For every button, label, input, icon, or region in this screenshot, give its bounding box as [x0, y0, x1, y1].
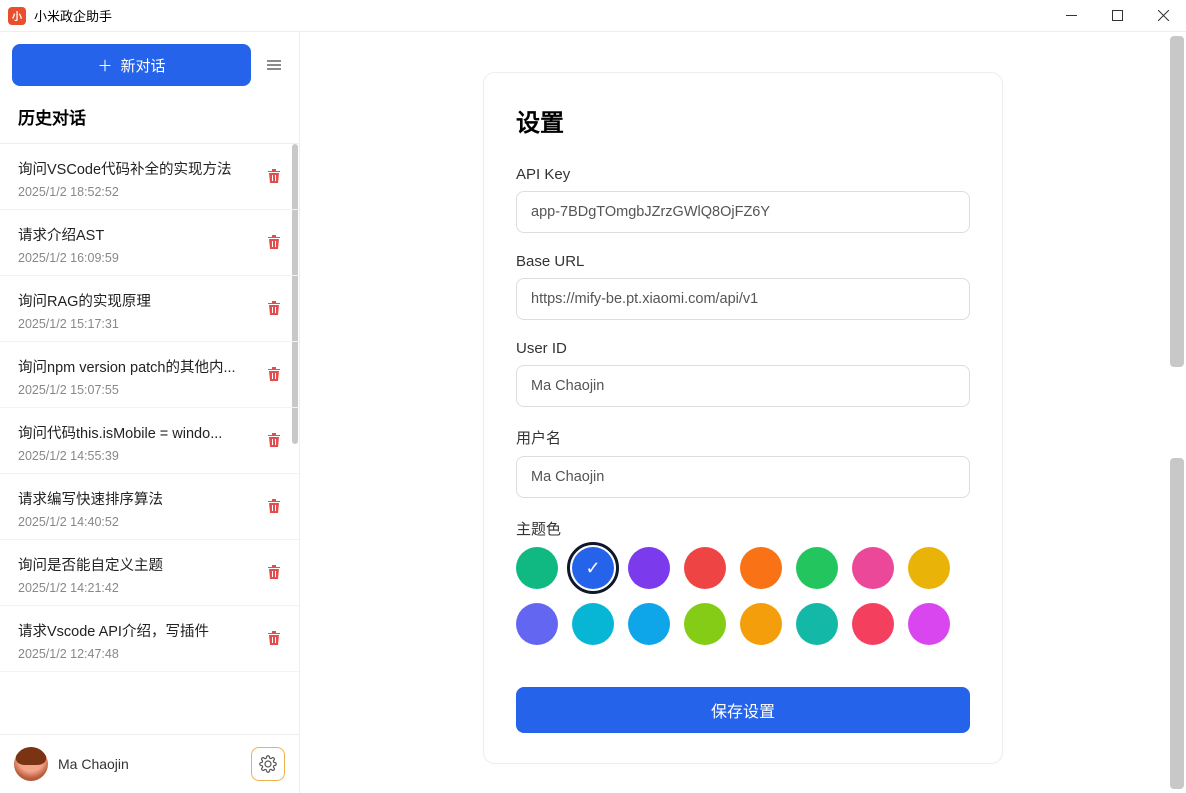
- history-item[interactable]: 询问npm version patch的其他内... 2025/1/2 15:07…: [0, 342, 299, 408]
- trash-icon: [267, 498, 281, 514]
- history-item-title: 询问是否能自定义主题: [18, 554, 281, 575]
- theme-color-swatch[interactable]: [572, 603, 614, 645]
- sidebar: ＋ 新对话 历史对话 询问VSCode代码补全的实现方法 2025/1/2 18:…: [0, 32, 300, 793]
- titlebar: 小 小米政企助手: [0, 0, 1186, 32]
- trash-icon: [267, 168, 281, 184]
- history-item-title: 询问VSCode代码补全的实现方法: [18, 158, 281, 179]
- maximize-button[interactable]: [1094, 0, 1140, 32]
- main-area: 设置 API Key Base URL User ID 用户名 主题色 ✓: [300, 32, 1186, 793]
- history-item-title: 请求编写快速排序算法: [18, 488, 281, 509]
- trash-icon: [267, 630, 281, 646]
- theme-color-swatch[interactable]: [628, 547, 670, 589]
- history-item-time: 2025/1/2 18:52:52: [18, 185, 281, 199]
- history-item[interactable]: 请求介绍AST 2025/1/2 16:09:59: [0, 210, 299, 276]
- username-input[interactable]: [516, 456, 970, 498]
- new-chat-label: 新对话: [121, 55, 166, 76]
- theme-color-swatch[interactable]: ✓: [572, 547, 614, 589]
- delete-history-button[interactable]: [267, 234, 281, 254]
- delete-history-button[interactable]: [267, 300, 281, 320]
- history-item-time: 2025/1/2 14:55:39: [18, 449, 281, 463]
- delete-history-button[interactable]: [267, 432, 281, 452]
- scrollbar-thumb[interactable]: [1170, 36, 1184, 367]
- window-controls: [1048, 0, 1186, 32]
- history-item-title: 请求介绍AST: [18, 224, 281, 245]
- theme-color-swatch[interactable]: [516, 547, 558, 589]
- theme-color-swatch[interactable]: [796, 547, 838, 589]
- delete-history-button[interactable]: [267, 564, 281, 584]
- user-id-input[interactable]: [516, 365, 970, 407]
- maximize-icon: [1112, 10, 1123, 21]
- close-icon: [1158, 10, 1169, 21]
- base-url-input[interactable]: [516, 278, 970, 320]
- theme-color-swatch[interactable]: [516, 603, 558, 645]
- footer-username: Ma Chaojin: [58, 756, 241, 772]
- settings-button[interactable]: [251, 747, 285, 781]
- username-label: 用户名: [516, 427, 970, 448]
- history-item-title: 询问npm version patch的其他内...: [18, 356, 281, 377]
- theme-color-swatch[interactable]: [852, 603, 894, 645]
- api-key-label: API Key: [516, 166, 970, 183]
- plus-icon: ＋: [97, 55, 112, 76]
- delete-history-button[interactable]: [267, 630, 281, 650]
- delete-history-button[interactable]: [267, 498, 281, 518]
- trash-icon: [267, 432, 281, 448]
- history-item-time: 2025/1/2 14:21:42: [18, 581, 281, 595]
- menu-icon: [265, 58, 283, 72]
- sidebar-collapse-button[interactable]: [261, 52, 287, 78]
- theme-color-swatch[interactable]: [852, 547, 894, 589]
- trash-icon: [267, 564, 281, 580]
- history-item-time: 2025/1/2 14:40:52: [18, 515, 281, 529]
- save-settings-button[interactable]: 保存设置: [516, 687, 970, 733]
- check-icon: ✓: [585, 558, 600, 579]
- theme-color-swatch[interactable]: [740, 547, 782, 589]
- history-item-time: 2025/1/2 16:09:59: [18, 251, 281, 265]
- theme-color-grid: ✓: [516, 547, 956, 645]
- minimize-icon: [1066, 10, 1077, 21]
- trash-icon: [267, 366, 281, 382]
- history-item[interactable]: 询问VSCode代码补全的实现方法 2025/1/2 18:52:52: [0, 144, 299, 210]
- theme-color-swatch[interactable]: [628, 603, 670, 645]
- sidebar-footer: Ma Chaojin: [0, 734, 299, 793]
- history-item[interactable]: 询问代码this.isMobile = windo... 2025/1/2 14:…: [0, 408, 299, 474]
- base-url-label: Base URL: [516, 253, 970, 270]
- history-item-title: 询问代码this.isMobile = windo...: [18, 422, 281, 443]
- theme-color-swatch[interactable]: [796, 603, 838, 645]
- theme-color-label: 主题色: [516, 518, 970, 539]
- new-chat-button[interactable]: ＋ 新对话: [12, 44, 251, 86]
- history-item-time: 2025/1/2 15:07:55: [18, 383, 281, 397]
- api-key-input[interactable]: [516, 191, 970, 233]
- history-list[interactable]: 询问VSCode代码补全的实现方法 2025/1/2 18:52:52 请求介绍AS…: [0, 144, 299, 734]
- theme-color-swatch[interactable]: [684, 603, 726, 645]
- history-header: 历史对话: [0, 98, 299, 144]
- theme-color-swatch[interactable]: [740, 603, 782, 645]
- app-icon: 小: [8, 7, 26, 25]
- delete-history-button[interactable]: [267, 168, 281, 188]
- delete-history-button[interactable]: [267, 366, 281, 386]
- main-scrollbar[interactable]: [1170, 36, 1184, 789]
- history-item[interactable]: 请求编写快速排序算法 2025/1/2 14:40:52: [0, 474, 299, 540]
- theme-color-swatch[interactable]: [684, 547, 726, 589]
- history-item[interactable]: 询问RAG的实现原理 2025/1/2 15:17:31: [0, 276, 299, 342]
- user-id-label: User ID: [516, 340, 970, 357]
- history-item-title: 询问RAG的实现原理: [18, 290, 281, 311]
- history-item-title: 请求Vscode API介绍，写插件: [18, 620, 281, 641]
- settings-card: 设置 API Key Base URL User ID 用户名 主题色 ✓: [483, 72, 1003, 764]
- minimize-button[interactable]: [1048, 0, 1094, 32]
- history-item[interactable]: 请求Vscode API介绍，写插件 2025/1/2 12:47:48: [0, 606, 299, 672]
- theme-color-swatch[interactable]: [908, 603, 950, 645]
- history-item-time: 2025/1/2 12:47:48: [18, 647, 281, 661]
- settings-title: 设置: [516, 103, 970, 138]
- history-item-time: 2025/1/2 15:17:31: [18, 317, 281, 331]
- close-button[interactable]: [1140, 0, 1186, 32]
- window-title: 小米政企助手: [34, 6, 1048, 25]
- theme-color-swatch[interactable]: [908, 547, 950, 589]
- scrollbar-thumb[interactable]: [1170, 458, 1184, 789]
- trash-icon: [267, 234, 281, 250]
- history-item[interactable]: 询问是否能自定义主题 2025/1/2 14:21:42: [0, 540, 299, 606]
- gear-icon: [259, 755, 277, 773]
- avatar: [14, 747, 48, 781]
- trash-icon: [267, 300, 281, 316]
